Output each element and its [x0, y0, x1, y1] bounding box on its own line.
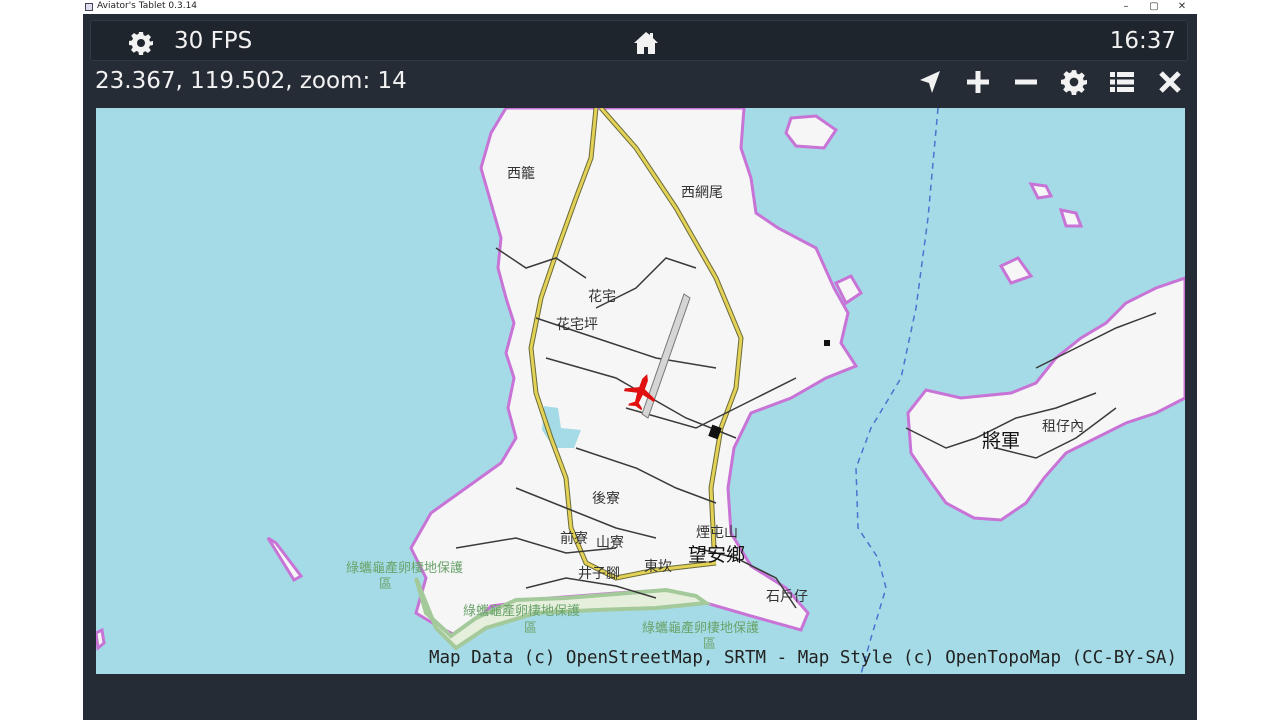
locate-arrow-icon[interactable]: [917, 69, 943, 95]
reserve-label-2-suffix: 區: [524, 621, 538, 636]
list-menu-icon[interactable]: [1109, 69, 1135, 95]
place-label-wanganxiang: 望安鄉: [688, 544, 746, 566]
place-label-xiwangwei: 西網尾: [681, 185, 723, 201]
home-icon[interactable]: [633, 31, 659, 55]
maximize-button[interactable]: ▢: [1140, 0, 1168, 14]
main-island: [409, 108, 859, 640]
app-icon: [85, 3, 93, 11]
place-label-huazhai: 花宅: [588, 289, 616, 305]
window-titlebar: Aviator's Tablet 0.3.14 – ▢ ✕: [0, 0, 1280, 14]
clock: 16:37: [1109, 28, 1176, 54]
place-label-jingzijiao: 井子腳: [578, 566, 620, 582]
place-label-huazhaiping: 花宅坪: [556, 317, 598, 333]
place-label-dongkan: 東坎: [644, 559, 672, 575]
gear-icon[interactable]: [129, 31, 153, 55]
place-label-houzhai: 後寮: [592, 491, 620, 507]
close-icon[interactable]: [1157, 69, 1183, 95]
jiangjun-island: [906, 276, 1185, 522]
place-label-qianzhai: 前寮: [560, 531, 588, 547]
place-label-jiangjun: 將軍: [982, 430, 1021, 452]
reserve-label-1: 綠蠵龜產卵棲地保護: [346, 561, 464, 576]
place-label-yantunshan: 煙屯山: [696, 525, 738, 541]
place-label-zuzainei: 租仔內: [1042, 419, 1084, 435]
fps-counter: 30 FPS: [174, 28, 253, 54]
reserve-label-1-suffix: 區: [379, 577, 393, 592]
settings-gear-icon[interactable]: [1061, 69, 1087, 95]
map-attribution: Map Data (c) OpenStreetMap, SRTM - Map S…: [428, 648, 1177, 668]
map-canvas: [96, 108, 1185, 674]
minimize-button[interactable]: –: [1112, 0, 1140, 14]
zoom-out-icon[interactable]: [1013, 69, 1039, 95]
zoom-in-icon[interactable]: [965, 69, 991, 95]
place-label-xilong: 西籠: [507, 166, 535, 182]
window-close-button[interactable]: ✕: [1168, 0, 1196, 14]
reserve-label-3: 綠蠵龜產卵棲地保護: [642, 621, 760, 636]
map-view[interactable]: 西籠 西網尾 花宅 花宅坪 後寮 前寮 山寮 井子腳 東坎 煙屯山 望安鄉 石戶…: [96, 108, 1185, 674]
place-label-shihuzai: 石戶仔: [766, 589, 808, 605]
top-bar: 30 FPS 16:37: [90, 20, 1188, 61]
window-title: Aviator's Tablet 0.3.14: [97, 1, 198, 11]
coordinates-readout: 23.367, 119.502, zoom: 14: [95, 68, 407, 94]
place-label-shanzhai: 山寮: [596, 535, 624, 551]
reserve-label-2: 綠蠵龜產卵棲地保護: [463, 604, 581, 619]
